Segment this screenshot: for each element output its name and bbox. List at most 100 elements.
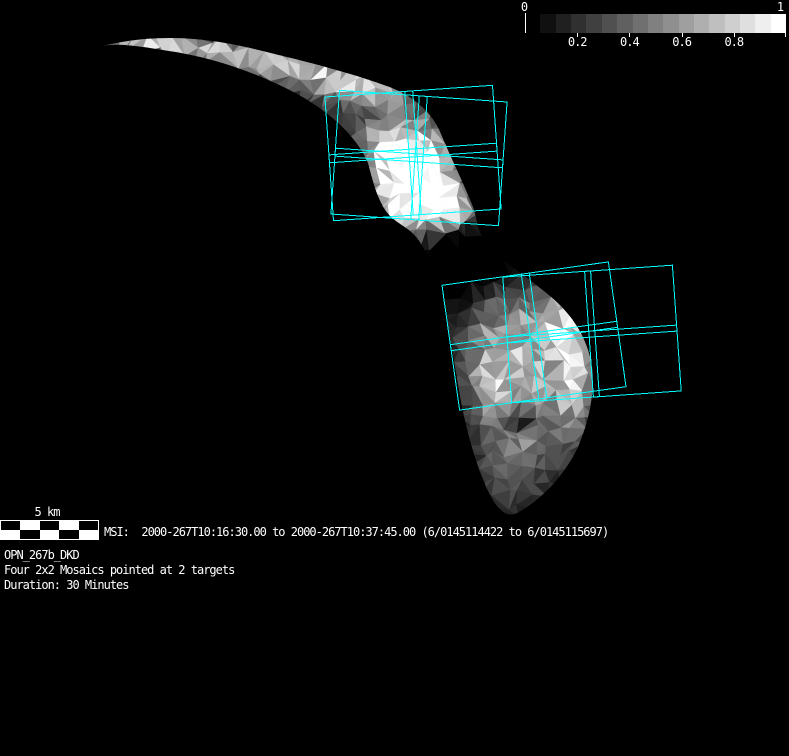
asteroid-facet	[334, 281, 354, 303]
asteroid-facet	[218, 432, 239, 444]
asteroid-facet	[245, 171, 260, 179]
asteroid-facet	[269, 116, 292, 132]
asteroid-facet	[428, 67, 444, 83]
asteroid-facet	[595, 465, 615, 479]
asteroid-facet	[250, 274, 262, 291]
asteroid-facet	[430, 81, 441, 88]
asteroid-facet	[103, 166, 110, 179]
asteroid-facet	[184, 450, 200, 465]
asteroid-facet	[246, 217, 264, 233]
asteroid-facet	[103, 272, 117, 289]
asteroid-facet	[103, 256, 104, 275]
asteroid-facet	[257, 430, 273, 447]
asteroid-facet	[548, 181, 565, 199]
asteroid-facet	[153, 203, 172, 225]
asteroid-facet	[103, 126, 119, 143]
asteroid-facet	[271, 323, 292, 342]
asteroid-facet	[495, 130, 506, 141]
asteroid-facet	[261, 375, 273, 389]
asteroid-facet	[483, 90, 499, 102]
asteroid-facet	[590, 300, 593, 315]
asteroid-facet	[257, 328, 273, 342]
asteroid-facet	[185, 352, 194, 361]
asteroid-facet	[207, 412, 226, 434]
asteroid-facet	[530, 220, 548, 235]
asteroid-facet	[233, 127, 252, 147]
asteroid-facet	[118, 115, 133, 133]
asteroid-facet	[131, 492, 141, 512]
asteroid-facet	[183, 441, 196, 459]
asteroid-facet	[108, 217, 122, 234]
asteroid-facet	[298, 256, 313, 276]
asteroid-facet	[546, 89, 561, 108]
asteroid-facet	[596, 154, 609, 172]
asteroid-facet	[516, 73, 536, 92]
asteroid-facet	[376, 37, 394, 50]
asteroid-facet	[263, 315, 276, 329]
asteroid-facet	[322, 37, 340, 42]
asteroid-facet	[558, 294, 578, 312]
asteroid-facet	[179, 193, 198, 214]
asteroid-facet	[378, 287, 394, 300]
asteroid-facet	[400, 307, 420, 324]
scale-bar-cell	[59, 521, 79, 530]
asteroid-facet	[245, 171, 259, 181]
asteroid-facet	[235, 359, 250, 377]
asteroid-facet	[439, 62, 458, 80]
asteroid-facet	[451, 38, 471, 52]
asteroid-facet	[361, 348, 381, 364]
asteroid-facet	[237, 231, 251, 252]
asteroid-facet	[602, 287, 609, 304]
asteroid-facet	[258, 156, 278, 172]
asteroid-facet	[550, 282, 565, 298]
asteroid-facet	[312, 183, 324, 198]
asteroid-facet	[558, 156, 578, 172]
asteroid-facet	[568, 61, 587, 80]
asteroid-facet	[206, 130, 225, 141]
asteroid-facet	[509, 158, 525, 168]
asteroid-facet	[165, 55, 183, 63]
asteroid-facet	[220, 358, 238, 377]
colorbar-step	[525, 14, 541, 33]
asteroid-facet	[584, 60, 593, 80]
asteroid-facet	[144, 124, 160, 148]
asteroid-facet	[364, 466, 381, 486]
asteroid-facet	[521, 229, 535, 248]
asteroid-facet	[337, 345, 353, 366]
asteroid-facet	[224, 112, 235, 133]
asteroid-facet	[562, 79, 573, 94]
asteroid-facet	[245, 335, 264, 355]
asteroid-facet	[195, 115, 209, 135]
asteroid-facet	[285, 309, 299, 325]
asteroid-facet	[208, 218, 219, 235]
asteroid-facet	[364, 287, 383, 300]
asteroid-facet	[179, 154, 200, 172]
asteroid-facet	[425, 492, 447, 511]
asteroid-facet	[309, 243, 329, 263]
asteroid-facet	[559, 272, 579, 285]
asteroid-facet	[212, 80, 223, 96]
asteroid-facet	[403, 346, 420, 366]
asteroid-facet	[191, 376, 213, 393]
asteroid-facet	[509, 67, 521, 75]
asteroid-facet	[285, 295, 299, 312]
asteroid-facet	[220, 185, 234, 199]
asteroid-facet	[232, 196, 250, 207]
asteroid-facet	[282, 506, 306, 515]
asteroid-facet	[621, 298, 640, 316]
asteroid-facet	[561, 105, 576, 120]
asteroid-facet	[157, 197, 172, 210]
asteroid-facet	[310, 203, 330, 219]
asteroid-facet	[455, 50, 471, 67]
asteroid-facet	[625, 143, 638, 158]
asteroid-facet	[235, 353, 252, 366]
asteroid-facet	[193, 218, 214, 238]
asteroid-facet	[362, 263, 376, 272]
asteroid-facet	[581, 464, 593, 487]
asteroid-facet	[157, 418, 173, 434]
asteroid-facet	[457, 469, 471, 486]
asteroid-facet	[233, 250, 247, 264]
asteroid-facet	[600, 117, 616, 130]
asteroid-facet	[191, 87, 215, 101]
asteroid-facet	[125, 222, 147, 235]
